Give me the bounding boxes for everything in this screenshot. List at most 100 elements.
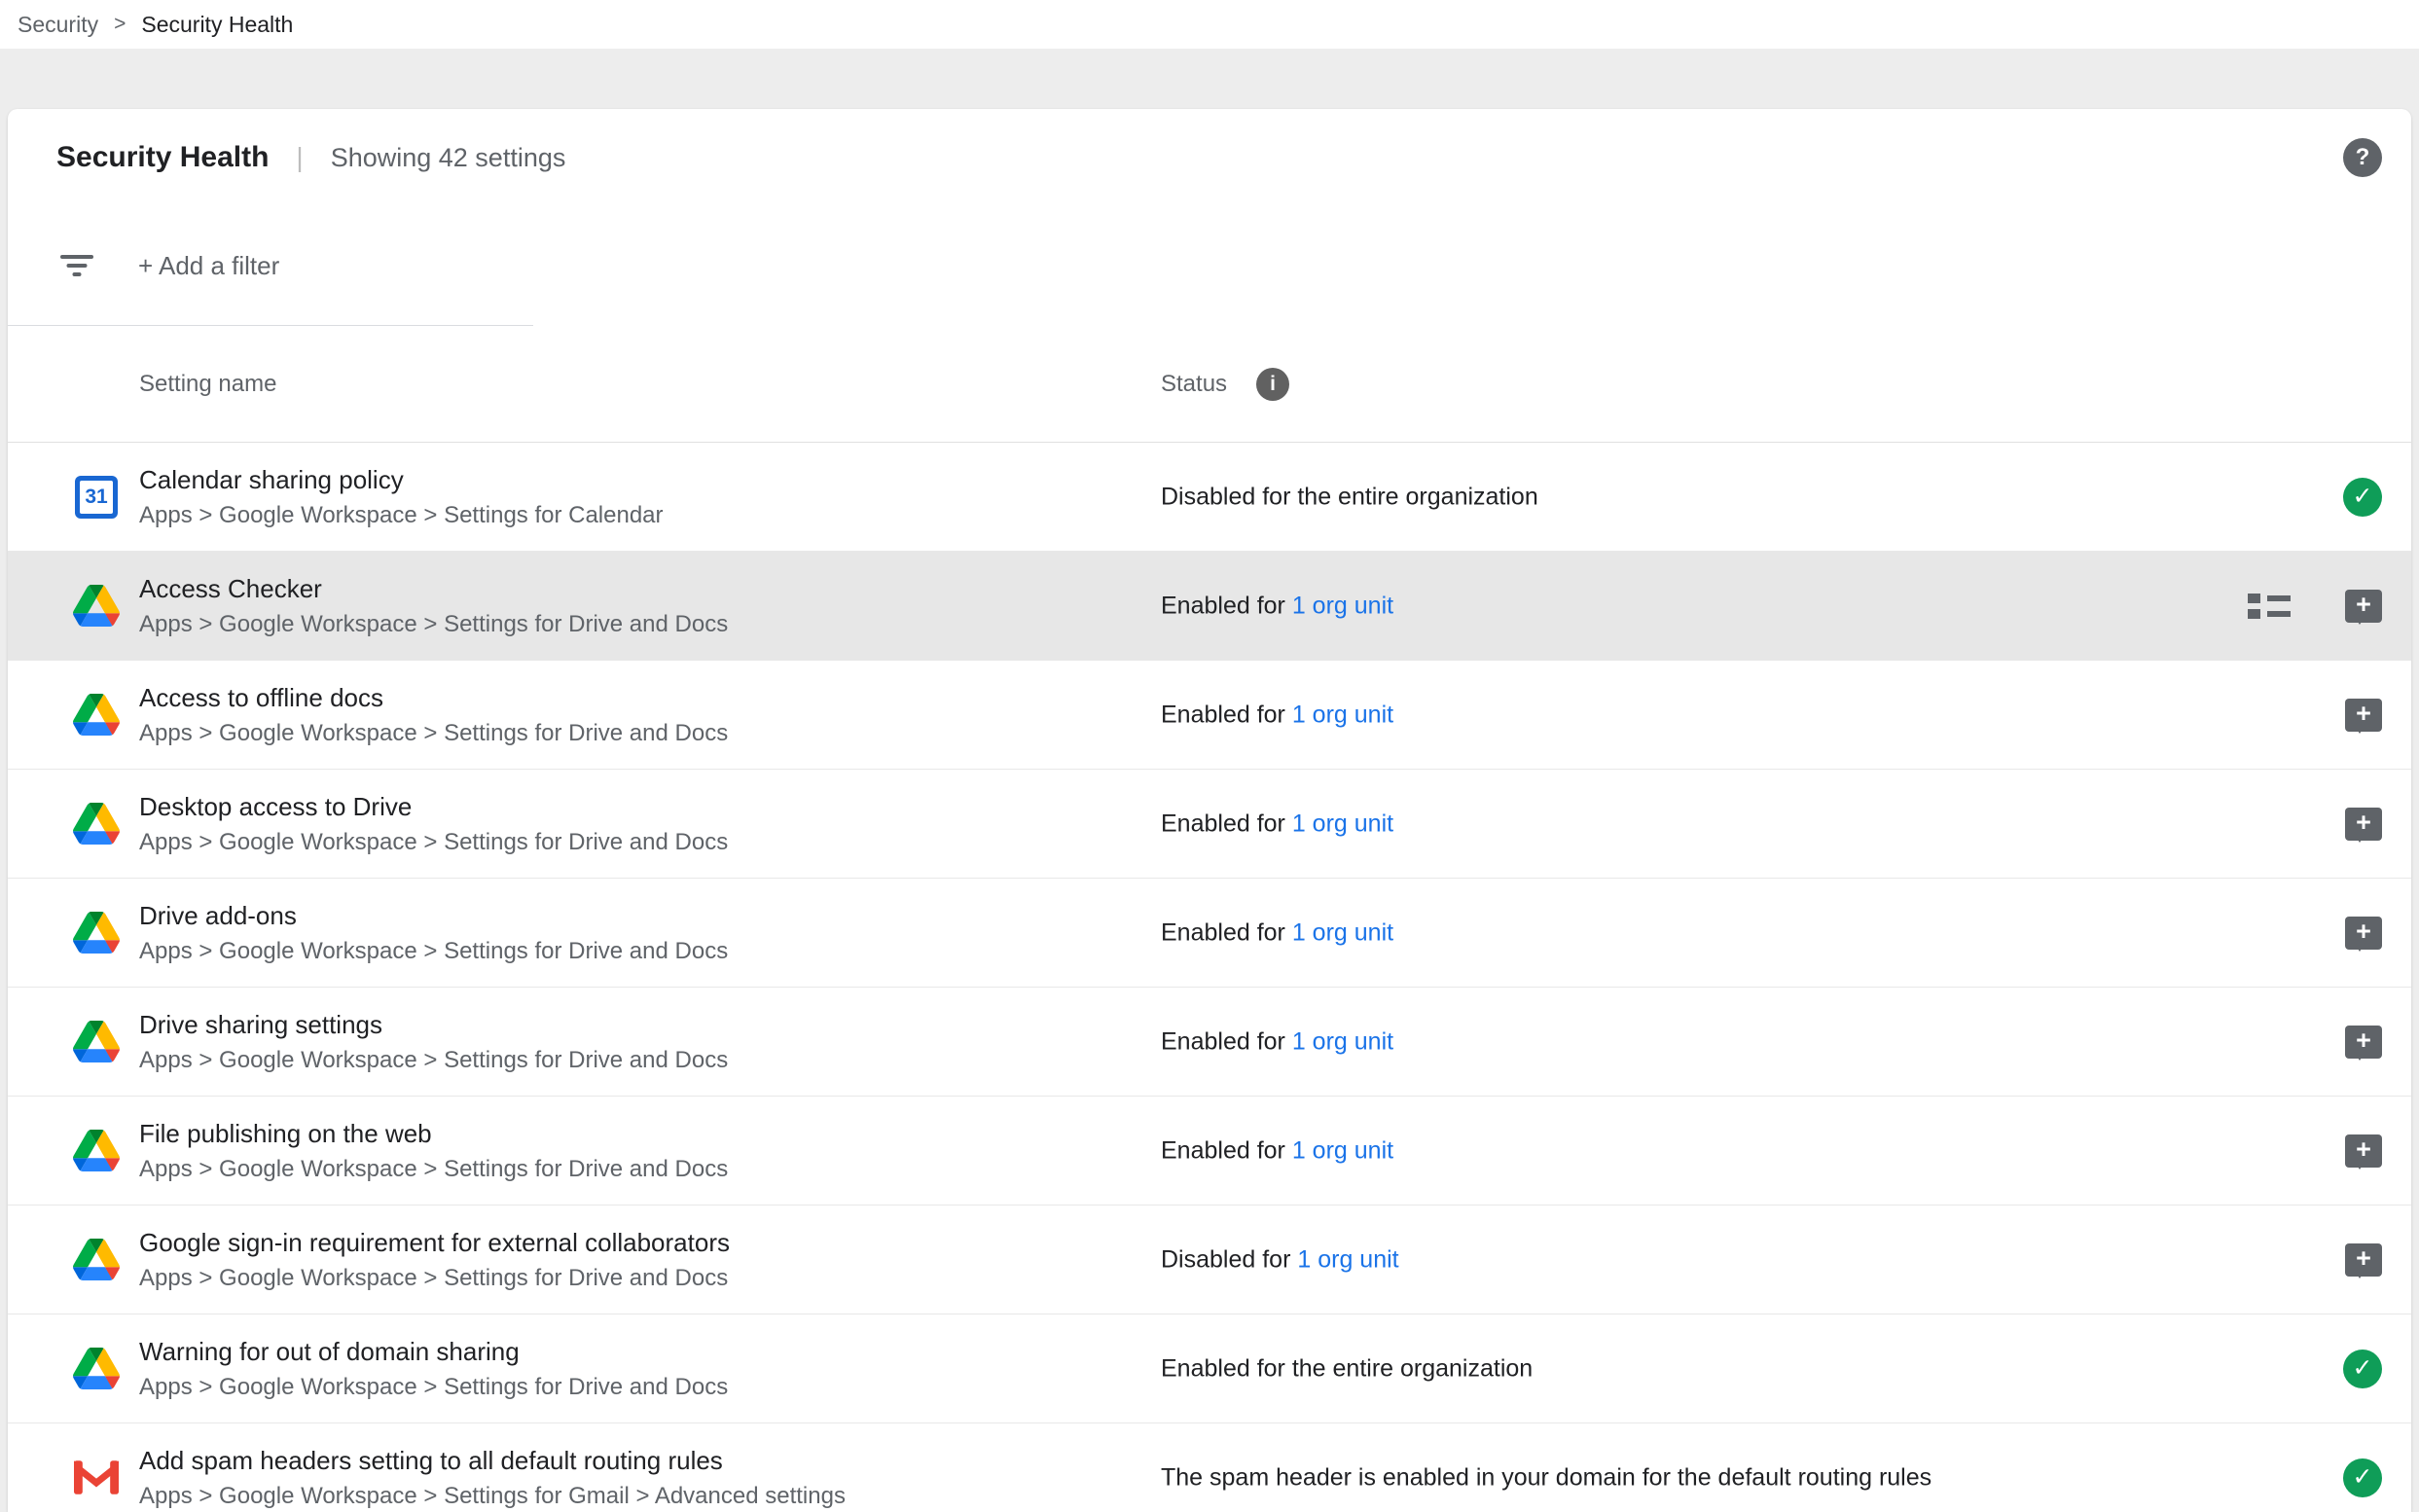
- drive-icon: [73, 1348, 120, 1389]
- status-ok-icon: ✓: [2343, 478, 2382, 517]
- column-status-label: Status: [1161, 371, 1227, 398]
- status-text: Enabled for: [1161, 918, 1292, 946]
- org-override-badge-icon: +: [2345, 590, 2382, 623]
- org-unit-link[interactable]: 1 org unit: [1297, 1245, 1398, 1273]
- calendar-day-label: 31: [85, 486, 107, 509]
- org-unit-link[interactable]: 1 org unit: [1292, 592, 1393, 619]
- status-text: Disabled for: [1161, 1245, 1297, 1273]
- org-override-badge-icon: +: [2345, 808, 2382, 841]
- app-icon: [72, 1018, 121, 1066]
- org-unit-link[interactable]: 1 org unit: [1292, 918, 1393, 946]
- setting-name: Access Checker: [139, 574, 728, 604]
- status-cell: Disabled for 1 org unit: [1161, 1245, 1399, 1274]
- table-row[interactable]: Access to offline docs Apps > Google Wor…: [8, 661, 2411, 770]
- table-row[interactable]: Google sign-in requirement for external …: [8, 1206, 2411, 1314]
- filter-strip: + Add a filter: [8, 206, 533, 326]
- status-icons: ✓: [2343, 478, 2382, 517]
- app-icon: [72, 582, 121, 630]
- setting-path: Apps > Google Workspace > Settings for D…: [139, 1047, 728, 1074]
- setting-path: Apps > Google Workspace > Settings for D…: [139, 938, 728, 965]
- status-ok-icon: ✓: [2343, 1458, 2382, 1497]
- calendar-icon: 31: [75, 476, 118, 519]
- status-text: Enabled for: [1161, 1136, 1292, 1164]
- status-cell: Enabled for 1 org unit: [1161, 1027, 1393, 1056]
- app-icon: [72, 800, 121, 848]
- plus-glyph: +: [2356, 592, 2371, 618]
- setting-name: Drive add-ons: [139, 901, 728, 931]
- setting-name: File publishing on the web: [139, 1119, 728, 1149]
- card-header: Security Health | Showing 42 settings ?: [8, 109, 2411, 206]
- setting-name: Access to offline docs: [139, 683, 728, 713]
- status-icons: +: [2345, 1243, 2382, 1277]
- status-icons: +: [2345, 1026, 2382, 1059]
- add-filter-button[interactable]: + Add a filter: [138, 251, 279, 281]
- table-row[interactable]: Add spam headers setting to all default …: [8, 1423, 2411, 1512]
- gmail-icon: [74, 1460, 119, 1494]
- setting-name: Google sign-in requirement for external …: [139, 1228, 730, 1258]
- status-cell: Enabled for 1 org unit: [1161, 810, 1393, 838]
- setting-name: Calendar sharing policy: [139, 465, 664, 495]
- app-icon: [72, 909, 121, 957]
- org-units-icon: [2248, 592, 2291, 621]
- org-override-badge-icon: +: [2345, 1134, 2382, 1168]
- setting-text: Drive sharing settings Apps > Google Wor…: [139, 1010, 728, 1074]
- org-unit-link[interactable]: 1 org unit: [1292, 1027, 1393, 1055]
- setting-path: Apps > Google Workspace > Settings for D…: [139, 1374, 728, 1401]
- filter-icon: [60, 255, 93, 277]
- setting-text: Drive add-ons Apps > Google Workspace > …: [139, 901, 728, 965]
- org-unit-link[interactable]: 1 org unit: [1292, 1136, 1393, 1164]
- table-row[interactable]: Drive add-ons Apps > Google Workspace > …: [8, 879, 2411, 988]
- check-glyph: ✓: [2353, 1465, 2373, 1490]
- table-row[interactable]: File publishing on the web Apps > Google…: [8, 1097, 2411, 1206]
- setting-path: Apps > Google Workspace > Settings for D…: [139, 611, 728, 638]
- status-cell: Disabled for the entire organization: [1161, 483, 1538, 511]
- drive-icon: [73, 1239, 120, 1280]
- status-cell: Enabled for 1 org unit: [1161, 1136, 1393, 1165]
- table-row[interactable]: Warning for out of domain sharing Apps >…: [8, 1314, 2411, 1423]
- org-unit-link[interactable]: 1 org unit: [1292, 701, 1393, 728]
- setting-path: Apps > Google Workspace > Settings for D…: [139, 1156, 728, 1183]
- org-override-badge-icon: +: [2345, 699, 2382, 732]
- status-icons: ✓: [2343, 1458, 2382, 1497]
- setting-name: Desktop access to Drive: [139, 792, 728, 822]
- plus-glyph: +: [2356, 1027, 2371, 1054]
- status-text: Enabled for the entire organization: [1161, 1354, 1533, 1382]
- setting-path: Apps > Google Workspace > Settings for D…: [139, 720, 728, 747]
- setting-text: File publishing on the web Apps > Google…: [139, 1119, 728, 1183]
- setting-name: Warning for out of domain sharing: [139, 1337, 728, 1367]
- status-text: Enabled for: [1161, 810, 1292, 837]
- setting-text: Warning for out of domain sharing Apps >…: [139, 1337, 728, 1401]
- setting-text: Add spam headers setting to all default …: [139, 1446, 846, 1510]
- app-icon: [72, 691, 121, 739]
- column-setting-name: Setting name: [139, 371, 276, 398]
- table-row[interactable]: Access Checker Apps > Google Workspace >…: [8, 552, 2411, 661]
- status-icons: +: [2248, 590, 2382, 623]
- info-icon[interactable]: i: [1256, 368, 1289, 401]
- setting-name: Drive sharing settings: [139, 1010, 728, 1040]
- setting-path: Apps > Google Workspace > Settings for C…: [139, 502, 664, 529]
- status-cell: Enabled for 1 org unit: [1161, 918, 1393, 947]
- help-icon[interactable]: ?: [2343, 138, 2382, 177]
- app-icon: [72, 1236, 121, 1284]
- org-override-badge-icon: +: [2345, 917, 2382, 950]
- status-cell: Enabled for the entire organization: [1161, 1354, 1533, 1383]
- app-icon: 31: [72, 473, 121, 522]
- app-icon: [72, 1127, 121, 1175]
- breadcrumb: Security > Security Health: [0, 0, 2419, 49]
- security-health-card: Security Health | Showing 42 settings ? …: [8, 109, 2411, 1512]
- table-row[interactable]: Drive sharing settings Apps > Google Wor…: [8, 988, 2411, 1097]
- org-unit-link[interactable]: 1 org unit: [1292, 810, 1393, 837]
- plus-glyph: +: [2356, 701, 2371, 727]
- setting-text: Desktop access to Drive Apps > Google Wo…: [139, 792, 728, 856]
- plus-glyph: +: [2356, 810, 2371, 836]
- table-row[interactable]: Desktop access to Drive Apps > Google Wo…: [8, 770, 2411, 879]
- table-header: Setting name Status i: [8, 326, 2411, 443]
- check-glyph: ✓: [2353, 1356, 2373, 1381]
- table-row[interactable]: 31 Calendar sharing policy Apps > Google…: [8, 443, 2411, 552]
- org-override-badge-icon: +: [2345, 1243, 2382, 1277]
- settings-table-body: 31 Calendar sharing policy Apps > Google…: [8, 443, 2411, 1512]
- status-icons: +: [2345, 808, 2382, 841]
- drive-icon: [73, 803, 120, 845]
- setting-text: Access to offline docs Apps > Google Wor…: [139, 683, 728, 747]
- breadcrumb-security-link[interactable]: Security: [18, 12, 98, 38]
